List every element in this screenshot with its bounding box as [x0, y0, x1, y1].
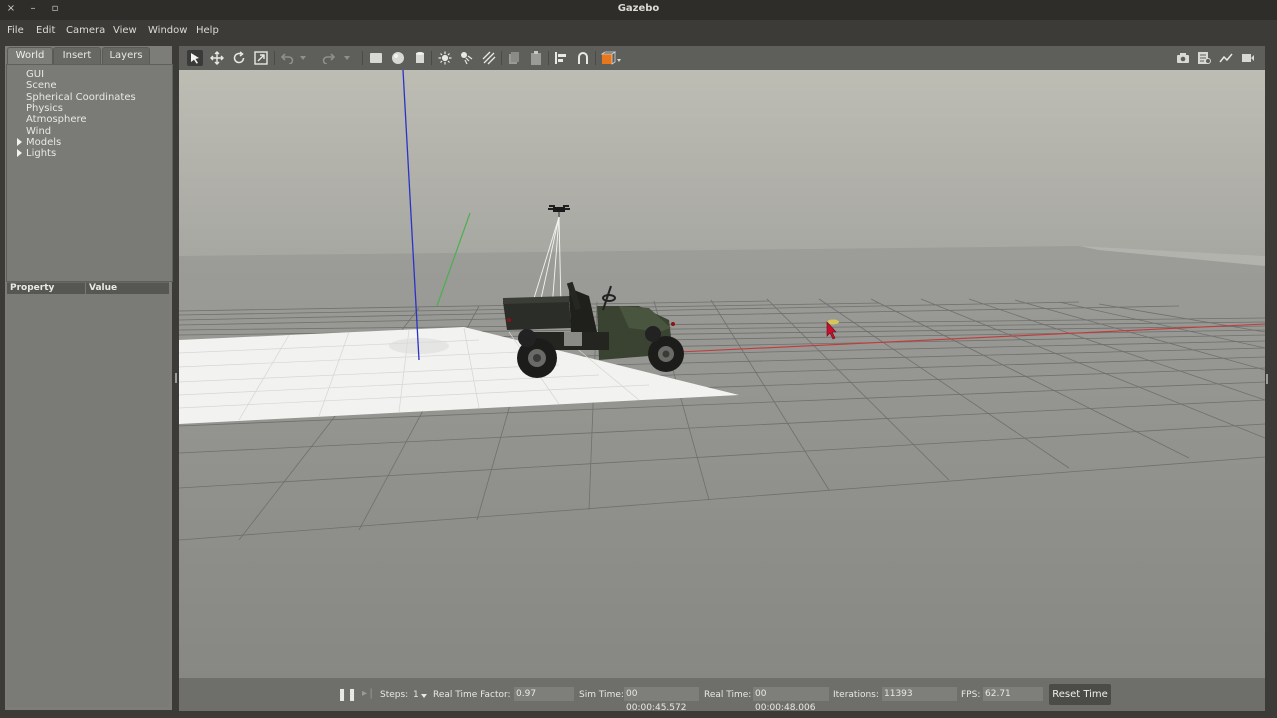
undo-dropdown-icon[interactable] [299, 50, 307, 66]
property-column-header: Property [10, 283, 55, 293]
tree-item-gui[interactable]: GUI [26, 69, 44, 80]
real-time-value: 00 00:00:48.006 [753, 687, 829, 713]
expand-models-icon[interactable] [17, 138, 22, 146]
render-view-panel: ❚❚ ▸❘ Steps: 1 Real Time Factor: 0.97 Si… [179, 46, 1268, 713]
view-angle-icon[interactable] [600, 50, 622, 66]
box-icon[interactable] [368, 50, 384, 66]
real-time-factor-label: Real Time Factor: [433, 690, 511, 700]
iterations-value: 11393 [882, 687, 957, 701]
copy-icon[interactable] [506, 50, 522, 66]
video-icon[interactable] [1240, 50, 1256, 66]
select-arrow-icon[interactable] [187, 50, 203, 66]
scene-viewport[interactable] [179, 70, 1265, 678]
status-bar: ❚❚ ▸❘ Steps: 1 Real Time Factor: 0.97 Si… [179, 678, 1265, 713]
translate-icon[interactable] [209, 50, 225, 66]
directional-light-icon[interactable] [481, 50, 497, 66]
menu-file[interactable]: File [7, 25, 24, 36]
rotate-icon[interactable] [231, 50, 247, 66]
reset-time-button[interactable]: Reset Time [1049, 684, 1111, 705]
tree-item-models[interactable]: Models [26, 137, 61, 148]
sphere-icon[interactable] [390, 50, 406, 66]
steps-dropdown-icon[interactable] [421, 694, 427, 698]
steps-label: Steps: [380, 690, 409, 700]
point-light-icon[interactable] [437, 50, 453, 66]
tree-item-scene[interactable]: Scene [26, 80, 57, 91]
tree-item-atmosphere[interactable]: Atmosphere [26, 114, 87, 125]
tree-item-lights[interactable]: Lights [26, 148, 56, 159]
undo-icon[interactable] [279, 50, 295, 66]
tab-world[interactable]: World [7, 47, 53, 64]
snap-icon[interactable] [575, 50, 591, 66]
panel-splitter[interactable] [174, 46, 178, 710]
view-toolbar [179, 46, 1265, 70]
menu-view[interactable]: View [113, 25, 137, 36]
toolbar-separator [595, 51, 596, 65]
redo-icon[interactable] [321, 50, 337, 66]
window-title: Gazebo [617, 3, 660, 14]
menu-edit[interactable]: Edit [36, 25, 55, 36]
tree-item-physics[interactable]: Physics [26, 103, 63, 114]
column-divider [85, 283, 86, 294]
left-tabs: World Insert Layers [5, 46, 172, 64]
tab-insert[interactable]: Insert [53, 47, 101, 64]
sim-time-value: 00 00:00:45.572 [624, 687, 699, 713]
real-time-label: Real Time: [704, 690, 752, 700]
iterations-label: Iterations: [833, 690, 879, 700]
left-panel: World Insert Layers GUI Scene Spherical … [5, 46, 173, 710]
tab-layers[interactable]: Layers [102, 47, 150, 64]
right-panel-handle-icon[interactable] [1266, 374, 1268, 384]
toolbar-separator [548, 51, 549, 65]
property-table: Property Value [7, 282, 169, 707]
cylinder-icon[interactable] [412, 50, 428, 66]
toolbar-separator [501, 51, 502, 65]
pause-button[interactable]: ❚❚ [337, 687, 357, 701]
tree-item-spherical-coordinates[interactable]: Spherical Coordinates [26, 92, 136, 103]
sim-time-label: Sim Time: [579, 690, 624, 700]
redo-dropdown-icon[interactable] [343, 50, 351, 66]
menu-bar: File Edit Camera View Window Help [0, 20, 1277, 42]
toolbar-separator [362, 51, 363, 65]
step-button[interactable]: ▸❘ [362, 688, 375, 699]
real-time-factor-value: 0.97 [514, 687, 574, 701]
title-bar: × – ▫ Gazebo [0, 0, 1277, 20]
scene-canvas[interactable] [179, 70, 1265, 678]
spot-light-icon[interactable] [459, 50, 475, 66]
paste-icon[interactable] [528, 50, 544, 66]
menu-help[interactable]: Help [196, 25, 219, 36]
screenshot-icon[interactable] [1175, 50, 1191, 66]
scale-icon[interactable] [253, 50, 269, 66]
menu-camera[interactable]: Camera [66, 25, 105, 36]
steps-value[interactable]: 1 [413, 690, 419, 700]
property-table-header: Property Value [7, 283, 169, 294]
plot-icon[interactable] [1218, 50, 1234, 66]
value-column-header: Value [89, 283, 118, 293]
ground-plane [179, 246, 1265, 678]
splitter-handle-icon[interactable] [175, 373, 177, 383]
menu-window[interactable]: Window [148, 25, 187, 36]
world-tree: GUI Scene Spherical Coordinates Physics … [6, 64, 173, 282]
toolbar-separator [274, 51, 275, 65]
fps-label: FPS: [961, 690, 981, 700]
expand-lights-icon[interactable] [17, 149, 22, 157]
sky-background [179, 70, 1265, 270]
align-icon[interactable] [553, 50, 569, 66]
log-icon[interactable] [1196, 50, 1212, 66]
fps-value: 62.71 [983, 687, 1043, 701]
toolbar-separator [431, 51, 432, 65]
tree-item-wind[interactable]: Wind [26, 126, 51, 137]
